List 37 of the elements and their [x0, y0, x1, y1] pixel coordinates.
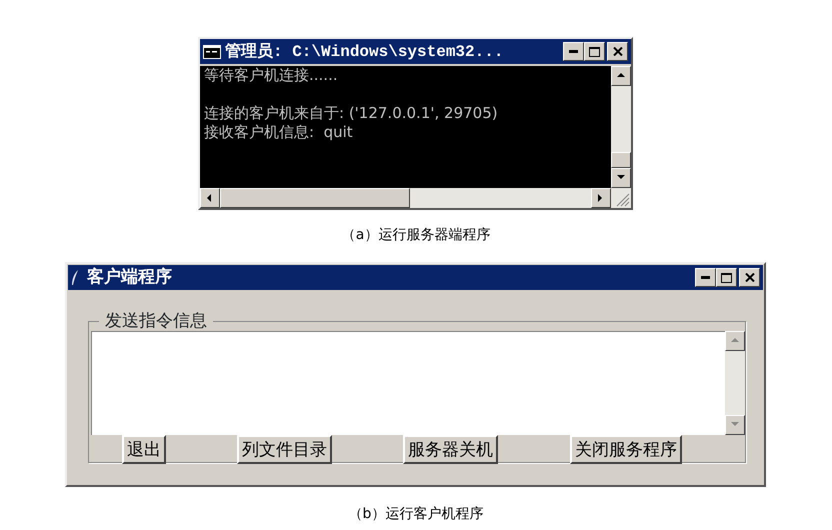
scroll-thumb[interactable]	[611, 152, 631, 168]
vertical-scrollbar[interactable]	[725, 331, 745, 435]
close-button[interactable]	[607, 42, 628, 61]
maximize-icon	[589, 46, 600, 56]
scroll-down-button[interactable]	[725, 415, 745, 435]
minimize-icon	[569, 50, 578, 53]
maximize-button[interactable]	[716, 268, 737, 287]
scroll-right-button[interactable]	[591, 188, 611, 208]
horizontal-scrollbar[interactable]	[200, 188, 631, 208]
window-title: 客户端程序	[87, 266, 172, 289]
vertical-scrollbar[interactable]	[611, 66, 631, 188]
scroll-up-button[interactable]	[611, 66, 631, 86]
scroll-thumb[interactable]	[220, 188, 410, 208]
figure-caption: （b）运行客户机程序	[348, 505, 484, 524]
maximize-icon	[721, 272, 732, 282]
close-button[interactable]	[739, 268, 760, 287]
window-title: 管理员: C:\Windows\system32...	[225, 42, 504, 62]
minimize-button[interactable]	[695, 268, 716, 287]
group-label: 发送指令信息	[99, 311, 213, 331]
console-line: 连接的客户机来自于: ('127.0.0.1', 29705)	[204, 104, 499, 123]
scroll-down-button[interactable]	[611, 168, 631, 188]
scroll-left-button[interactable]	[200, 188, 220, 208]
scroll-up-button[interactable]	[725, 331, 745, 351]
figure-caption: （a）运行服务器端程序	[340, 226, 492, 245]
console-icon	[203, 44, 221, 58]
shutdown-button[interactable]: 服务器关机	[403, 435, 498, 464]
feather-icon	[71, 270, 79, 286]
list-files-button[interactable]: 列文件目录	[237, 435, 332, 464]
console-line: 接收客户机信息: quit	[204, 123, 354, 142]
exit-button[interactable]: 退出	[122, 435, 166, 464]
maximize-button[interactable]	[584, 42, 605, 61]
minimize-button[interactable]	[563, 42, 584, 61]
close-icon	[612, 47, 622, 56]
close-icon	[744, 273, 754, 282]
close-service-button[interactable]: 关闭服务程序	[570, 435, 682, 464]
console-line: 等待客户机连接......	[204, 66, 339, 85]
minimize-icon	[701, 276, 710, 279]
